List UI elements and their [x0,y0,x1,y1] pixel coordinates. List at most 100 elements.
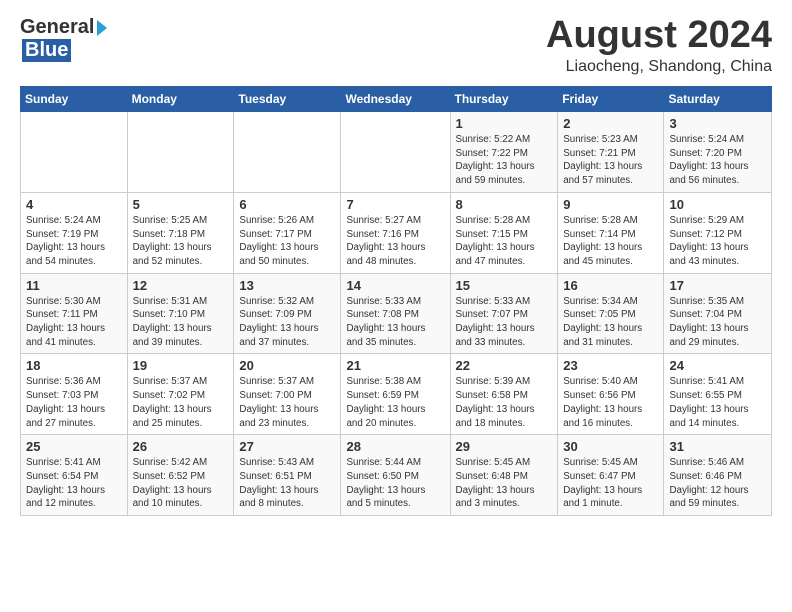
cell-daylight-info: Sunrise: 5:39 AM Sunset: 6:58 PM Dayligh… [456,375,553,430]
calendar-week-row: 1 Sunrise: 5:22 AM Sunset: 7:22 PM Daylig… [21,112,772,193]
cell-daylight-info: Sunrise: 5:29 AM Sunset: 7:12 PM Dayligh… [669,214,766,269]
title-area: August 2024 Liaocheng, Shandong, China [546,16,772,76]
page: General Blue August 2024 Liaocheng, Shan… [0,0,792,532]
table-row: 31 Sunrise: 5:46 AM Sunset: 6:46 PM Dayli… [664,435,772,516]
cell-daylight-info: Sunrise: 5:44 AM Sunset: 6:50 PM Dayligh… [346,456,444,511]
table-row: 23 Sunrise: 5:40 AM Sunset: 6:56 PM Dayli… [558,354,664,435]
table-row: 10 Sunrise: 5:29 AM Sunset: 7:12 PM Dayli… [664,192,772,273]
table-row: 3 Sunrise: 5:24 AM Sunset: 7:20 PM Daylig… [664,112,772,193]
cell-daylight-info: Sunrise: 5:30 AM Sunset: 7:11 PM Dayligh… [26,295,122,350]
table-row: 12Sunrise: 5:31 AM Sunset: 7:10 PM Dayli… [127,273,234,354]
table-row: 15 Sunrise: 5:33 AM Sunset: 7:07 PM Dayli… [450,273,558,354]
table-row: 27 Sunrise: 5:43 AM Sunset: 6:51 PM Dayli… [234,435,341,516]
cell-daylight-info: Sunrise: 5:25 AM Sunset: 7:18 PM Dayligh… [133,214,229,269]
cell-date-number: 28 [346,439,444,454]
cell-date-number: 22 [456,358,553,373]
cell-daylight-info: Sunrise: 5:26 AM Sunset: 7:17 PM Dayligh… [239,214,335,269]
table-row: 14 Sunrise: 5:33 AM Sunset: 7:08 PM Dayli… [341,273,450,354]
cell-daylight-info: Sunrise: 5:42 AM Sunset: 6:52 PM Dayligh… [133,456,229,511]
table-row: 24 Sunrise: 5:41 AM Sunset: 6:55 PM Dayli… [664,354,772,435]
cell-daylight-info: Sunrise: 5:24 AM Sunset: 7:19 PM Dayligh… [26,214,122,269]
cell-daylight-info: Sunrise: 5:43 AM Sunset: 6:51 PM Dayligh… [239,456,335,511]
cell-daylight-info: Sunrise: 5:40 AM Sunset: 6:56 PM Dayligh… [563,375,658,430]
cell-daylight-info: Sunrise: 5:37 AM Sunset: 7:00 PM Dayligh… [239,375,335,430]
cell-date-number: 26 [133,439,229,454]
col-sunday: Sunday [21,87,128,112]
logo-general-text: General [20,16,94,39]
cell-daylight-info: Sunrise: 5:32 AM Sunset: 7:09 PM Dayligh… [239,295,335,350]
cell-daylight-info: Sunrise: 5:28 AM Sunset: 7:14 PM Dayligh… [563,214,658,269]
cell-date-number: 10 [669,197,766,212]
calendar-week-row: 18Sunrise: 5:36 AM Sunset: 7:03 PM Dayli… [21,354,772,435]
table-row [21,112,128,193]
cell-date-number: 14 [346,278,444,293]
cell-date-number: 15 [456,278,553,293]
cell-daylight-info: Sunrise: 5:34 AM Sunset: 7:05 PM Dayligh… [563,295,658,350]
table-row: 16 Sunrise: 5:34 AM Sunset: 7:05 PM Dayli… [558,273,664,354]
cell-date-number: 23 [563,358,658,373]
cell-daylight-info: Sunrise: 5:24 AM Sunset: 7:20 PM Dayligh… [669,133,766,188]
calendar-header-row: Sunday Monday Tuesday Wednesday Thursday… [21,87,772,112]
cell-daylight-info: Sunrise: 5:41 AM Sunset: 6:55 PM Dayligh… [669,375,766,430]
cell-daylight-info: Sunrise: 5:35 AM Sunset: 7:04 PM Dayligh… [669,295,766,350]
cell-daylight-info: Sunrise: 5:46 AM Sunset: 6:46 PM Dayligh… [669,456,766,511]
table-row [127,112,234,193]
col-tuesday: Tuesday [234,87,341,112]
month-year-title: August 2024 [546,16,772,54]
cell-date-number: 6 [239,197,335,212]
cell-date-number: 21 [346,358,444,373]
table-row: 28 Sunrise: 5:44 AM Sunset: 6:50 PM Dayli… [341,435,450,516]
table-row: 26 Sunrise: 5:42 AM Sunset: 6:52 PM Dayli… [127,435,234,516]
cell-date-number: 27 [239,439,335,454]
calendar-table: Sunday Monday Tuesday Wednesday Thursday… [20,86,772,516]
cell-date-number: 3 [669,116,766,131]
cell-daylight-info: Sunrise: 5:27 AM Sunset: 7:16 PM Dayligh… [346,214,444,269]
table-row: 6 Sunrise: 5:26 AM Sunset: 7:17 PM Daylig… [234,192,341,273]
logo: General Blue [20,16,107,62]
table-row: 4Sunrise: 5:24 AM Sunset: 7:19 PM Daylig… [21,192,128,273]
cell-daylight-info: Sunrise: 5:31 AM Sunset: 7:10 PM Dayligh… [133,295,229,350]
logo-triangle-icon [97,20,107,36]
cell-daylight-info: Sunrise: 5:36 AM Sunset: 7:03 PM Dayligh… [26,375,122,430]
table-row: 29Sunrise: 5:45 AM Sunset: 6:48 PM Dayli… [450,435,558,516]
cell-daylight-info: Sunrise: 5:33 AM Sunset: 7:07 PM Dayligh… [456,295,553,350]
cell-daylight-info: Sunrise: 5:28 AM Sunset: 7:15 PM Dayligh… [456,214,553,269]
calendar-week-row: 4Sunrise: 5:24 AM Sunset: 7:19 PM Daylig… [21,192,772,273]
col-saturday: Saturday [664,87,772,112]
cell-daylight-info: Sunrise: 5:22 AM Sunset: 7:22 PM Dayligh… [456,133,553,188]
calendar-week-row: 11 Sunrise: 5:30 AM Sunset: 7:11 PM Dayli… [21,273,772,354]
cell-daylight-info: Sunrise: 5:23 AM Sunset: 7:21 PM Dayligh… [563,133,658,188]
cell-date-number: 29 [456,439,553,454]
table-row: 20Sunrise: 5:37 AM Sunset: 7:00 PM Dayli… [234,354,341,435]
cell-date-number: 9 [563,197,658,212]
table-row: 19Sunrise: 5:37 AM Sunset: 7:02 PM Dayli… [127,354,234,435]
cell-date-number: 24 [669,358,766,373]
table-row: 22 Sunrise: 5:39 AM Sunset: 6:58 PM Dayli… [450,354,558,435]
table-row: 17Sunrise: 5:35 AM Sunset: 7:04 PM Dayli… [664,273,772,354]
table-row [341,112,450,193]
header: General Blue August 2024 Liaocheng, Shan… [20,16,772,76]
cell-daylight-info: Sunrise: 5:45 AM Sunset: 6:47 PM Dayligh… [563,456,658,511]
table-row: 8 Sunrise: 5:28 AM Sunset: 7:15 PM Daylig… [450,192,558,273]
cell-date-number: 8 [456,197,553,212]
cell-date-number: 11 [26,278,122,293]
cell-daylight-info: Sunrise: 5:33 AM Sunset: 7:08 PM Dayligh… [346,295,444,350]
table-row: 13Sunrise: 5:32 AM Sunset: 7:09 PM Dayli… [234,273,341,354]
logo-blue-text: Blue [22,39,71,62]
calendar-week-row: 25 Sunrise: 5:41 AM Sunset: 6:54 PM Dayli… [21,435,772,516]
cell-date-number: 25 [26,439,122,454]
table-row: 2Sunrise: 5:23 AM Sunset: 7:21 PM Daylig… [558,112,664,193]
table-row: 1 Sunrise: 5:22 AM Sunset: 7:22 PM Daylig… [450,112,558,193]
col-friday: Friday [558,87,664,112]
table-row [234,112,341,193]
cell-date-number: 16 [563,278,658,293]
table-row: 11 Sunrise: 5:30 AM Sunset: 7:11 PM Dayli… [21,273,128,354]
col-wednesday: Wednesday [341,87,450,112]
table-row: 18Sunrise: 5:36 AM Sunset: 7:03 PM Dayli… [21,354,128,435]
cell-date-number: 31 [669,439,766,454]
cell-daylight-info: Sunrise: 5:38 AM Sunset: 6:59 PM Dayligh… [346,375,444,430]
table-row: 25 Sunrise: 5:41 AM Sunset: 6:54 PM Dayli… [21,435,128,516]
cell-date-number: 1 [456,116,553,131]
cell-daylight-info: Sunrise: 5:41 AM Sunset: 6:54 PM Dayligh… [26,456,122,511]
cell-date-number: 19 [133,358,229,373]
